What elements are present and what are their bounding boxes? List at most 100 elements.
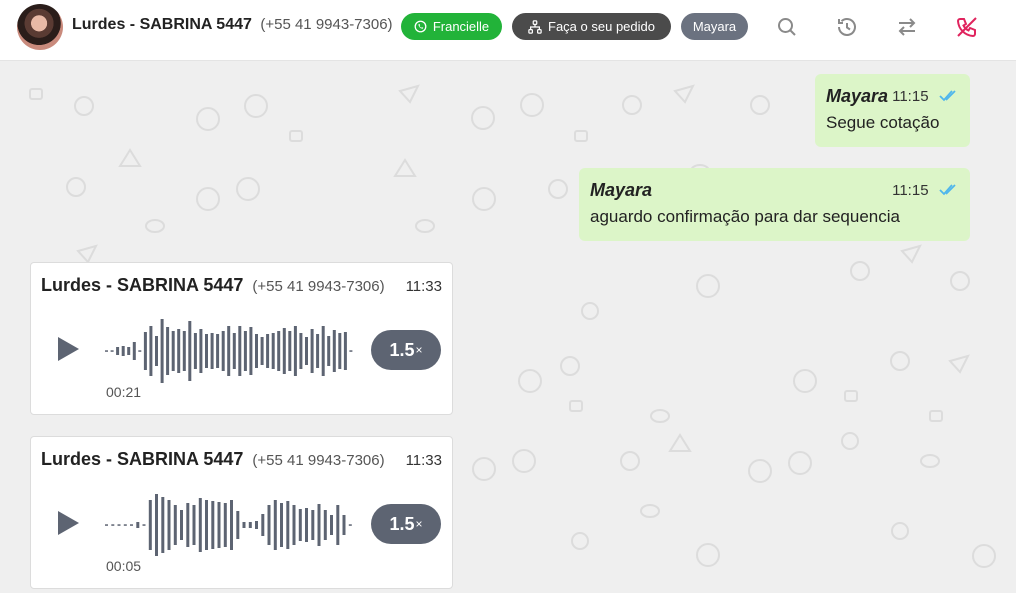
- waveform-bar: [160, 319, 164, 383]
- waveform-bar: [277, 331, 281, 371]
- waveform-bar: [142, 524, 146, 526]
- waveform-bar: [155, 494, 158, 556]
- tag-label: Mayara: [692, 19, 737, 34]
- playback-speed-button[interactable]: 1.5 ×: [371, 504, 441, 544]
- waveform-bar: [186, 503, 190, 547]
- waveform-bar: [255, 334, 258, 368]
- waveform-bar: [121, 346, 125, 356]
- waveform-bar: [288, 331, 292, 371]
- waveform-bar: [338, 333, 342, 369]
- waveform-bar: [238, 326, 242, 376]
- audio-waveform[interactable]: [105, 493, 355, 557]
- flow-tag[interactable]: Faça o seu pedido: [512, 13, 671, 40]
- contact-name[interactable]: Lurdes - SABRINA 5447 (+55 41 9943-7306): [72, 16, 393, 34]
- waveform-bar: [180, 510, 183, 540]
- waveform-bar: [293, 326, 297, 376]
- waveform-bar: [242, 522, 246, 528]
- waveform-bar: [310, 329, 314, 373]
- end-call-icon[interactable]: [955, 15, 979, 39]
- whatsapp-icon: [414, 20, 427, 33]
- waveform-bar: [311, 510, 315, 540]
- search-icon[interactable]: [775, 15, 799, 39]
- waveform-bar: [149, 326, 153, 376]
- waveform-bar: [249, 327, 253, 375]
- waveform-bar: [343, 332, 347, 370]
- waveform-bar: [177, 329, 181, 373]
- waveform-bar: [132, 342, 136, 360]
- audio-duration: 00:05: [106, 558, 142, 574]
- speed-suffix: ×: [415, 343, 423, 357]
- agent-tag-francielle[interactable]: Francielle: [401, 13, 502, 40]
- message-time: 11:15: [892, 181, 929, 199]
- waveform-bar: [161, 497, 165, 553]
- tag-label: Francielle: [432, 19, 490, 34]
- waveform-bar: [349, 350, 353, 352]
- playback-speed-button[interactable]: 1.5 ×: [371, 330, 441, 370]
- waveform-bar: [166, 327, 170, 375]
- message-sender: Mayara: [590, 180, 653, 200]
- waveform-bar: [192, 505, 196, 545]
- waveform-bar: [271, 333, 275, 369]
- message-bubble-outgoing[interactable]: Mayara 11:15 Segue cotação: [815, 74, 970, 147]
- history-icon[interactable]: [835, 15, 859, 39]
- waveform-bar: [336, 505, 340, 545]
- waveform-bar: [248, 522, 252, 528]
- waveform-bar: [193, 333, 197, 369]
- audio-sender-name: Lurdes - SABRINA 5447: [41, 275, 244, 295]
- waveform-bar: [330, 515, 333, 535]
- waveform-bar: [348, 524, 352, 526]
- waveform-bar: [211, 501, 215, 549]
- waveform-bar: [105, 524, 108, 526]
- waveform-bar: [227, 326, 231, 376]
- waveform-bar: [261, 514, 265, 536]
- waveform-bar: [317, 504, 321, 546]
- waveform-bar: [205, 334, 208, 368]
- waveform-bar: [305, 337, 308, 365]
- waveform-bar: [171, 331, 175, 371]
- waveform-bar: [110, 350, 114, 352]
- waveform-bar: [321, 326, 325, 376]
- audio-sender: Lurdes - SABRINA 5447 (+55 41 9943-7306): [41, 275, 385, 296]
- transfer-icon[interactable]: [895, 15, 919, 39]
- waveform-bar: [280, 503, 283, 547]
- audio-time: 11:33: [405, 278, 442, 295]
- agent-tag-mayara[interactable]: Mayara: [681, 13, 748, 40]
- waveform-bar: [199, 329, 203, 373]
- waveform-bar: [342, 515, 346, 535]
- waveform-bar: [255, 521, 258, 529]
- audio-message: Lurdes - SABRINA 5447 (+55 41 9943-7306)…: [30, 262, 453, 415]
- message-text: aguardo confirmação para dar sequencia: [590, 207, 900, 226]
- waveform-bar: [298, 509, 302, 541]
- message-meta: 11:15: [892, 182, 959, 200]
- waveform-bar: [327, 336, 331, 366]
- play-icon[interactable]: [55, 335, 81, 363]
- waveform-bar: [236, 511, 240, 539]
- waveform-bar: [111, 524, 115, 526]
- avatar[interactable]: [17, 4, 63, 50]
- audio-sender: Lurdes - SABRINA 5447 (+55 41 9943-7306): [41, 449, 385, 470]
- audio-duration: 00:21: [106, 384, 142, 400]
- waveform-bar: [148, 500, 152, 550]
- waveform-bar: [223, 503, 227, 547]
- message-bubble-outgoing[interactable]: Mayara 11:15 aguardo confirmação para da…: [579, 168, 970, 241]
- read-receipt-icon: [939, 184, 956, 196]
- waveform-bar: [138, 350, 142, 352]
- waveform-bar: [123, 524, 127, 526]
- waveform-bar: [130, 524, 133, 526]
- read-receipt-icon: [939, 90, 956, 102]
- speed-value: 1.5: [389, 339, 415, 360]
- contact-phone: (+55 41 9943-7306): [260, 16, 393, 33]
- waveform-bar: [205, 500, 208, 550]
- message-header: Mayara 11:15: [590, 180, 959, 201]
- waveform-bar: [216, 334, 220, 368]
- audio-sender-phone: (+55 41 9943-7306): [252, 278, 385, 295]
- play-icon[interactable]: [55, 509, 81, 537]
- waveform-bar: [116, 347, 120, 355]
- speed-suffix: ×: [415, 517, 423, 531]
- waveform-bar: [232, 333, 236, 369]
- waveform-bar: [173, 505, 177, 545]
- waveform-bar: [105, 350, 108, 352]
- audio-waveform[interactable]: [105, 319, 355, 383]
- waveform-bar: [136, 522, 140, 528]
- waveform-bar: [316, 334, 320, 368]
